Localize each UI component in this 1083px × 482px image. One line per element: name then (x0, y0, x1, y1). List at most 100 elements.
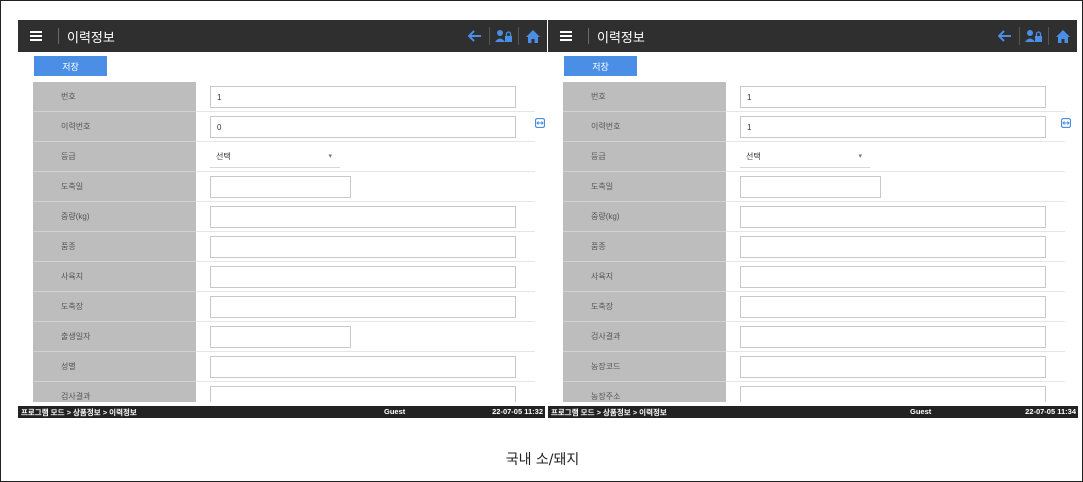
top-app-bar: 이력정보 (18, 20, 547, 52)
form-row-trace-number: 이력번호 1 (563, 112, 1065, 142)
field-label: 농장주소 (563, 382, 726, 402)
trace-number-field[interactable]: 1 (740, 116, 1046, 138)
field-label: 도축장 (563, 292, 726, 322)
status-datetime: 22-07-05 11:32 (492, 407, 543, 416)
weight-field[interactable] (740, 206, 1046, 228)
page-title: 이력정보 (67, 29, 115, 45)
inspection-result-field[interactable] (210, 386, 516, 402)
breed-field[interactable] (740, 236, 1046, 258)
form-row-number: 번호 1 (563, 82, 1065, 112)
breed-field[interactable] (210, 236, 516, 258)
farm-location-field[interactable] (210, 266, 516, 288)
field-label: 도축일 (563, 172, 726, 202)
farm-address-field[interactable] (740, 386, 1046, 402)
form-row-slaughterhouse: 도축장 (563, 292, 1065, 322)
field-label: 번호 (563, 82, 726, 112)
user-lock-icon[interactable] (490, 20, 518, 52)
form-row-grade: 등급 선택 ▾ (563, 142, 1065, 172)
field-label: 등급 (33, 142, 196, 172)
form-row-number: 번호 1 (33, 82, 535, 112)
chevron-down-icon: ▾ (328, 153, 332, 160)
farm-code-field[interactable] (740, 356, 1046, 378)
slaughter-date-field[interactable] (740, 176, 881, 198)
field-label: 도축장 (33, 292, 196, 322)
field-label: 출생일자 (33, 322, 196, 352)
form-row-sex: 성별 (33, 352, 535, 382)
save-button[interactable]: 저장 (564, 56, 637, 76)
form-row-birth-date: 출생일자 (33, 322, 535, 352)
field-label: 이력번호 (33, 112, 196, 142)
record-form: 번호 1 이력번호 0 등급 선택 ▾ 도축일 중량(kg) 품종 사육지 도축… (33, 82, 535, 402)
home-icon[interactable] (519, 20, 547, 52)
field-label: 도축일 (33, 172, 196, 202)
left-screen: 이력정보 저장 번호 1 이력번호 0 등급 선택 ▾ 도축일 중량(kg) 품… (18, 20, 547, 420)
form-row-farm-code: 농장코드 (563, 352, 1065, 382)
form-row-farm-location: 사육지 (33, 262, 535, 292)
field-label: 등급 (563, 142, 726, 172)
form-row-trace-number: 이력번호 0 (33, 112, 535, 142)
slaughterhouse-field[interactable] (210, 296, 516, 318)
hamburger-menu-icon[interactable] (552, 20, 580, 52)
grade-select[interactable]: 선택 ▾ (210, 146, 340, 168)
status-datetime: 22-07-05 11:34 (1025, 407, 1076, 416)
save-button[interactable]: 저장 (34, 56, 107, 76)
field-label: 품종 (563, 232, 726, 262)
field-label: 성별 (33, 352, 196, 382)
grade-select-value: 선택 (746, 152, 761, 161)
page-title: 이력정보 (597, 29, 645, 45)
field-label: 사육지 (33, 262, 196, 292)
number-field[interactable]: 1 (740, 86, 1046, 108)
weight-field[interactable] (210, 206, 516, 228)
figure-frame: 이력정보 저장 번호 1 이력번호 0 등급 선택 ▾ 도축일 중량(kg) 품… (0, 0, 1083, 482)
grade-select[interactable]: 선택 ▾ (740, 146, 870, 168)
scroll-handle-icon[interactable] (535, 116, 545, 130)
record-form: 번호 1 이력번호 1 등급 선택 ▾ 도축일 중량(kg) 품종 사육지 도축… (563, 82, 1065, 402)
figure-caption: 국내 소/돼지 (505, 452, 580, 468)
chevron-down-icon: ▾ (858, 153, 862, 160)
form-row-weight: 중량(kg) (563, 202, 1065, 232)
slaughterhouse-field[interactable] (740, 296, 1046, 318)
form-row-slaughterhouse: 도축장 (33, 292, 535, 322)
slaughter-date-field[interactable] (210, 176, 351, 198)
user-name: Guest (384, 407, 406, 416)
sex-field[interactable] (210, 356, 516, 378)
form-row-inspection-result: 검사결과 (563, 322, 1065, 352)
birth-date-field[interactable] (210, 326, 351, 348)
field-label: 번호 (33, 82, 196, 112)
number-field[interactable]: 1 (210, 86, 516, 108)
field-label: 품종 (33, 232, 196, 262)
scroll-handle-icon[interactable] (1061, 116, 1071, 130)
trace-number-field[interactable]: 0 (210, 116, 516, 138)
field-label: 사육지 (563, 262, 726, 292)
inspection-result-field[interactable] (740, 326, 1046, 348)
farm-location-field[interactable] (740, 266, 1046, 288)
form-row-breed: 품종 (563, 232, 1065, 262)
field-label: 이력번호 (563, 112, 726, 142)
title-divider (58, 28, 59, 44)
form-row-breed: 품종 (33, 232, 535, 262)
breadcrumb: 프로그램 모드 > 상품정보 > 이력정보 (551, 408, 667, 417)
form-row-slaughter-date: 도축일 (563, 172, 1065, 202)
breadcrumb: 프로그램 모드 > 상품정보 > 이력정보 (21, 408, 137, 417)
form-row-farm-location: 사육지 (563, 262, 1065, 292)
form-row-slaughter-date: 도축일 (33, 172, 535, 202)
right-screen: 이력정보 저장 번호 1 이력번호 1 등급 선택 ▾ 도축일 중량(kg) 품… (548, 20, 1077, 420)
form-row-grade: 등급 선택 ▾ (33, 142, 535, 172)
title-divider (588, 28, 589, 44)
field-label: 검사결과 (33, 382, 196, 402)
action-row: 저장 (18, 52, 547, 78)
field-label: 농장코드 (563, 352, 726, 382)
field-label: 검사결과 (563, 322, 726, 352)
hamburger-menu-icon[interactable] (22, 20, 50, 52)
user-name: Guest (910, 407, 932, 416)
form-row-weight: 중량(kg) (33, 202, 535, 232)
action-row: 저장 (548, 52, 1077, 78)
grade-select-value: 선택 (216, 152, 231, 161)
status-bar: 프로그램 모드 > 상품정보 > 이력정보 Guest 22-07-05 11:… (548, 406, 1078, 418)
form-row-inspection-result: 검사결과 (33, 382, 535, 402)
back-arrow-icon[interactable] (991, 20, 1019, 52)
home-icon[interactable] (1049, 20, 1077, 52)
back-arrow-icon[interactable] (461, 20, 489, 52)
status-bar: 프로그램 모드 > 상품정보 > 이력정보 Guest 22-07-05 11:… (18, 406, 545, 418)
user-lock-icon[interactable] (1020, 20, 1048, 52)
